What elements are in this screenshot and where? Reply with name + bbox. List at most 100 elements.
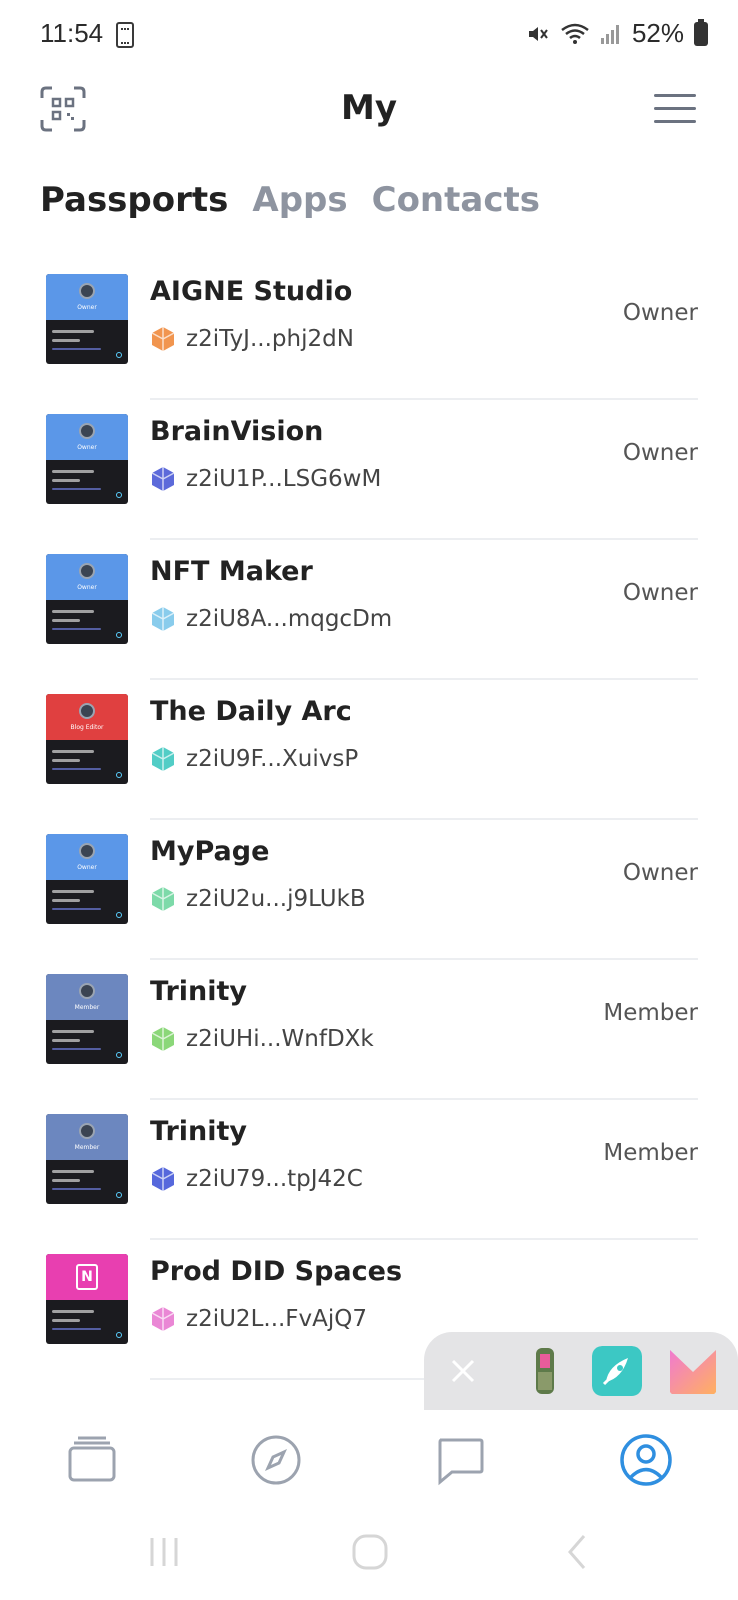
card-text-line <box>52 759 80 762</box>
passport-did-text: z2iTyJ...phj2dN <box>186 326 354 352</box>
card-badge-icon <box>116 492 122 498</box>
passport-card-thumbnail: Owner <box>46 554 128 644</box>
passport-card-role: Blog Editor <box>70 724 104 731</box>
passport-card-header: Member <box>46 974 128 1020</box>
tab-passports[interactable]: Passports <box>40 180 228 220</box>
passport-list: Owner AIGNE Studio z2iTyJ...phj2dN Owner… <box>0 260 738 1380</box>
card-text-line <box>52 348 101 350</box>
app-thumbnail-icon <box>520 1346 570 1396</box>
card-text-line <box>52 1310 94 1313</box>
recent-app-1[interactable] <box>520 1346 570 1396</box>
card-text-line <box>52 330 94 333</box>
did-cube-icon <box>151 327 175 351</box>
profile-icon[interactable] <box>618 1432 674 1488</box>
passport-card-thumbnail: Blog Editor <box>46 694 128 784</box>
card-text-line <box>52 1030 94 1033</box>
compass-icon[interactable] <box>248 1432 304 1488</box>
card-badge-icon <box>116 352 122 358</box>
card-text-line <box>52 479 80 482</box>
card-badge-icon <box>116 1332 122 1338</box>
passport-card-body <box>46 1160 128 1204</box>
passport-did-text: z2iU8A...mqgcDm <box>186 606 393 632</box>
tab-bar: Passports Apps Contacts <box>40 180 540 220</box>
passport-row[interactable]: Blog Editor The Daily Arc z2iU9F...Xuivs… <box>0 680 738 820</box>
card-text-line <box>52 1328 101 1330</box>
passport-row[interactable]: Member Trinity z2iU79...tpJ42C Member <box>0 1100 738 1240</box>
passport-card-header: Owner <box>46 274 128 320</box>
card-text-line <box>52 610 94 613</box>
card-text-line <box>52 890 94 893</box>
passport-card-thumbnail: Member <box>46 1114 128 1204</box>
passport-role: Owner <box>622 580 698 606</box>
back-icon[interactable] <box>556 1530 600 1574</box>
passport-did: z2iU2L...FvAjQ7 <box>150 1306 367 1332</box>
signal-icon <box>600 24 619 44</box>
page-title: My <box>341 88 397 128</box>
close-icon[interactable] <box>450 1358 476 1384</box>
passport-card-header: Owner <box>46 414 128 460</box>
card-text-line <box>52 1048 101 1050</box>
passport-avatar <box>79 1123 95 1139</box>
nft-maker-logo-icon <box>670 1350 716 1394</box>
menu-icon[interactable] <box>654 90 696 126</box>
recent-apps-tray <box>424 1332 738 1410</box>
did-cube-icon <box>151 887 175 911</box>
card-text-line <box>52 628 101 630</box>
recent-app-2[interactable] <box>592 1346 642 1396</box>
card-text-line <box>52 1170 94 1173</box>
passport-did-text: z2iU9F...XuivsP <box>186 746 359 772</box>
passport-role: Owner <box>622 860 698 886</box>
chat-icon[interactable] <box>432 1432 488 1488</box>
passport-card-thumbnail: Member <box>46 974 128 1064</box>
did-cube-icon <box>151 607 175 631</box>
rocket-icon <box>592 1346 642 1396</box>
recent-app-3[interactable] <box>668 1346 718 1396</box>
passport-did: z2iU1P...LSG6wM <box>150 466 381 492</box>
tab-apps[interactable]: Apps <box>252 180 347 220</box>
passport-card-role: Member <box>74 1144 100 1151</box>
passport-did: z2iTyJ...phj2dN <box>150 326 354 352</box>
card-badge-icon <box>116 912 122 918</box>
system-nav-bar <box>0 1510 738 1600</box>
card-text-line <box>52 488 101 490</box>
recent-apps-icon[interactable] <box>142 1530 186 1574</box>
passport-avatar <box>79 423 95 439</box>
passport-did: z2iU9F...XuivsP <box>150 746 358 772</box>
passport-row[interactable]: Owner AIGNE Studio z2iTyJ...phj2dN Owner <box>0 260 738 400</box>
passport-name: Prod DID Spaces <box>150 1256 403 1287</box>
card-text-line <box>52 339 80 342</box>
card-text-line <box>52 1179 80 1182</box>
passport-card-role: Owner <box>77 864 97 871</box>
passport-avatar <box>79 983 95 999</box>
passport-row[interactable]: Member Trinity z2iUHi...WnfDXk Member <box>0 960 738 1100</box>
passport-name: MyPage <box>150 836 270 867</box>
passport-card-thumbnail: N <box>46 1254 128 1344</box>
passport-name: BrainVision <box>150 416 324 447</box>
passport-row[interactable]: Owner MyPage z2iU2u...j9LUkB Owner <box>0 820 738 960</box>
card-text-line <box>52 1319 80 1322</box>
passport-name: AIGNE Studio <box>150 276 353 307</box>
cards-icon[interactable] <box>64 1432 120 1488</box>
tab-contacts[interactable]: Contacts <box>372 180 540 220</box>
mute-icon <box>528 26 548 41</box>
passport-card-body <box>46 460 128 504</box>
passport-card-role: Owner <box>77 584 97 591</box>
passport-card-header: Blog Editor <box>46 694 128 740</box>
header: My <box>0 70 738 150</box>
status-bar: 11:54 52% <box>0 0 738 70</box>
passport-did-text: z2iU2L...FvAjQ7 <box>186 1306 368 1332</box>
home-icon[interactable] <box>348 1530 392 1574</box>
card-text-line <box>52 750 94 753</box>
passport-row[interactable]: Owner BrainVision z2iU1P...LSG6wM Owner <box>0 400 738 540</box>
passport-card-header: Member <box>46 1114 128 1160</box>
passport-did: z2iUHi...WnfDXk <box>150 1026 374 1052</box>
did-cube-icon <box>151 1027 175 1051</box>
passport-did-text: z2iU79...tpJ42C <box>186 1166 363 1192</box>
passport-row[interactable]: Owner NFT Maker z2iU8A...mqgcDm Owner <box>0 540 738 680</box>
passport-avatar <box>79 703 95 719</box>
passport-card-thumbnail: Owner <box>46 274 128 364</box>
passport-did: z2iU2u...j9LUkB <box>150 886 366 912</box>
passport-name: Trinity <box>150 1116 248 1147</box>
passport-role: Member <box>603 1000 698 1026</box>
passport-card-body <box>46 320 128 364</box>
